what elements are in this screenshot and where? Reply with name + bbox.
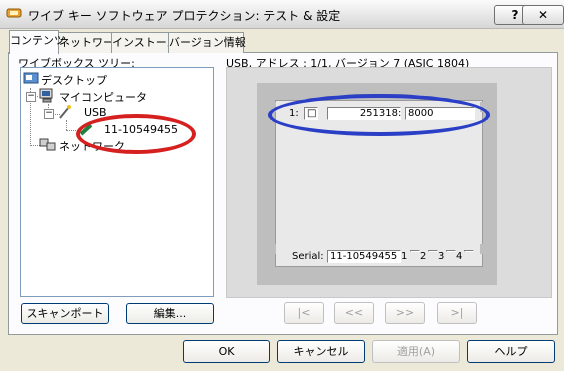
slot-4-box[interactable] [464,250,474,252]
network-icon [39,138,56,151]
slot-1-box[interactable] [410,250,420,252]
window-title: ワイブ キー ソフトウェア プロテクション: テスト & 設定 [28,9,341,23]
red-annotation-circle [76,114,196,154]
nav-first-button[interactable]: |< [284,302,324,324]
slot-2: 2 [420,251,427,262]
serial-value[interactable]: 11-10549455 [327,250,401,263]
collapse-icon[interactable]: − [26,92,36,102]
slot-3-box[interactable] [446,250,456,252]
edit-button[interactable]: 編集... [126,303,214,324]
nav-prev-button[interactable]: << [334,302,374,324]
wibu-box-tree[interactable]: デスクトップ − マイコンピュータ − USB 11-10549455 ネットワ… [20,67,214,297]
serial-label: Serial: [292,251,324,262]
cancel-button[interactable]: キャンセル [277,340,365,363]
usb-icon [59,105,71,119]
slot-1: 1 [401,251,408,262]
collapse-icon[interactable]: − [44,109,54,119]
slot-2-box[interactable] [428,250,438,252]
app-icon [6,8,22,18]
ok-button[interactable]: OK [183,340,270,363]
tree-item-desktop[interactable]: デスクトップ [41,72,107,88]
close-button[interactable]: ✕ [522,5,564,25]
help-button[interactable]: ヘルプ [467,340,555,363]
scan-port-button[interactable]: スキャンポート [21,303,109,324]
tree-item-my-computer[interactable]: マイコンピュータ [59,89,147,105]
blue-annotation-circle [268,94,490,136]
slot-4: 4 [456,251,463,262]
computer-icon [39,88,53,103]
tab-version-info[interactable]: バージョン情報 [168,32,246,53]
tab-network[interactable]: ネットワーク [58,32,125,53]
tab-install[interactable]: インストール [111,32,178,53]
slot-3: 3 [438,251,445,262]
nav-last-button[interactable]: >| [437,302,477,324]
nav-next-button[interactable]: >> [385,302,425,324]
tab-contents[interactable]: コンテンツ [9,30,65,54]
desktop-icon [23,72,39,84]
apply-button[interactable]: 適用(A) [372,340,460,363]
